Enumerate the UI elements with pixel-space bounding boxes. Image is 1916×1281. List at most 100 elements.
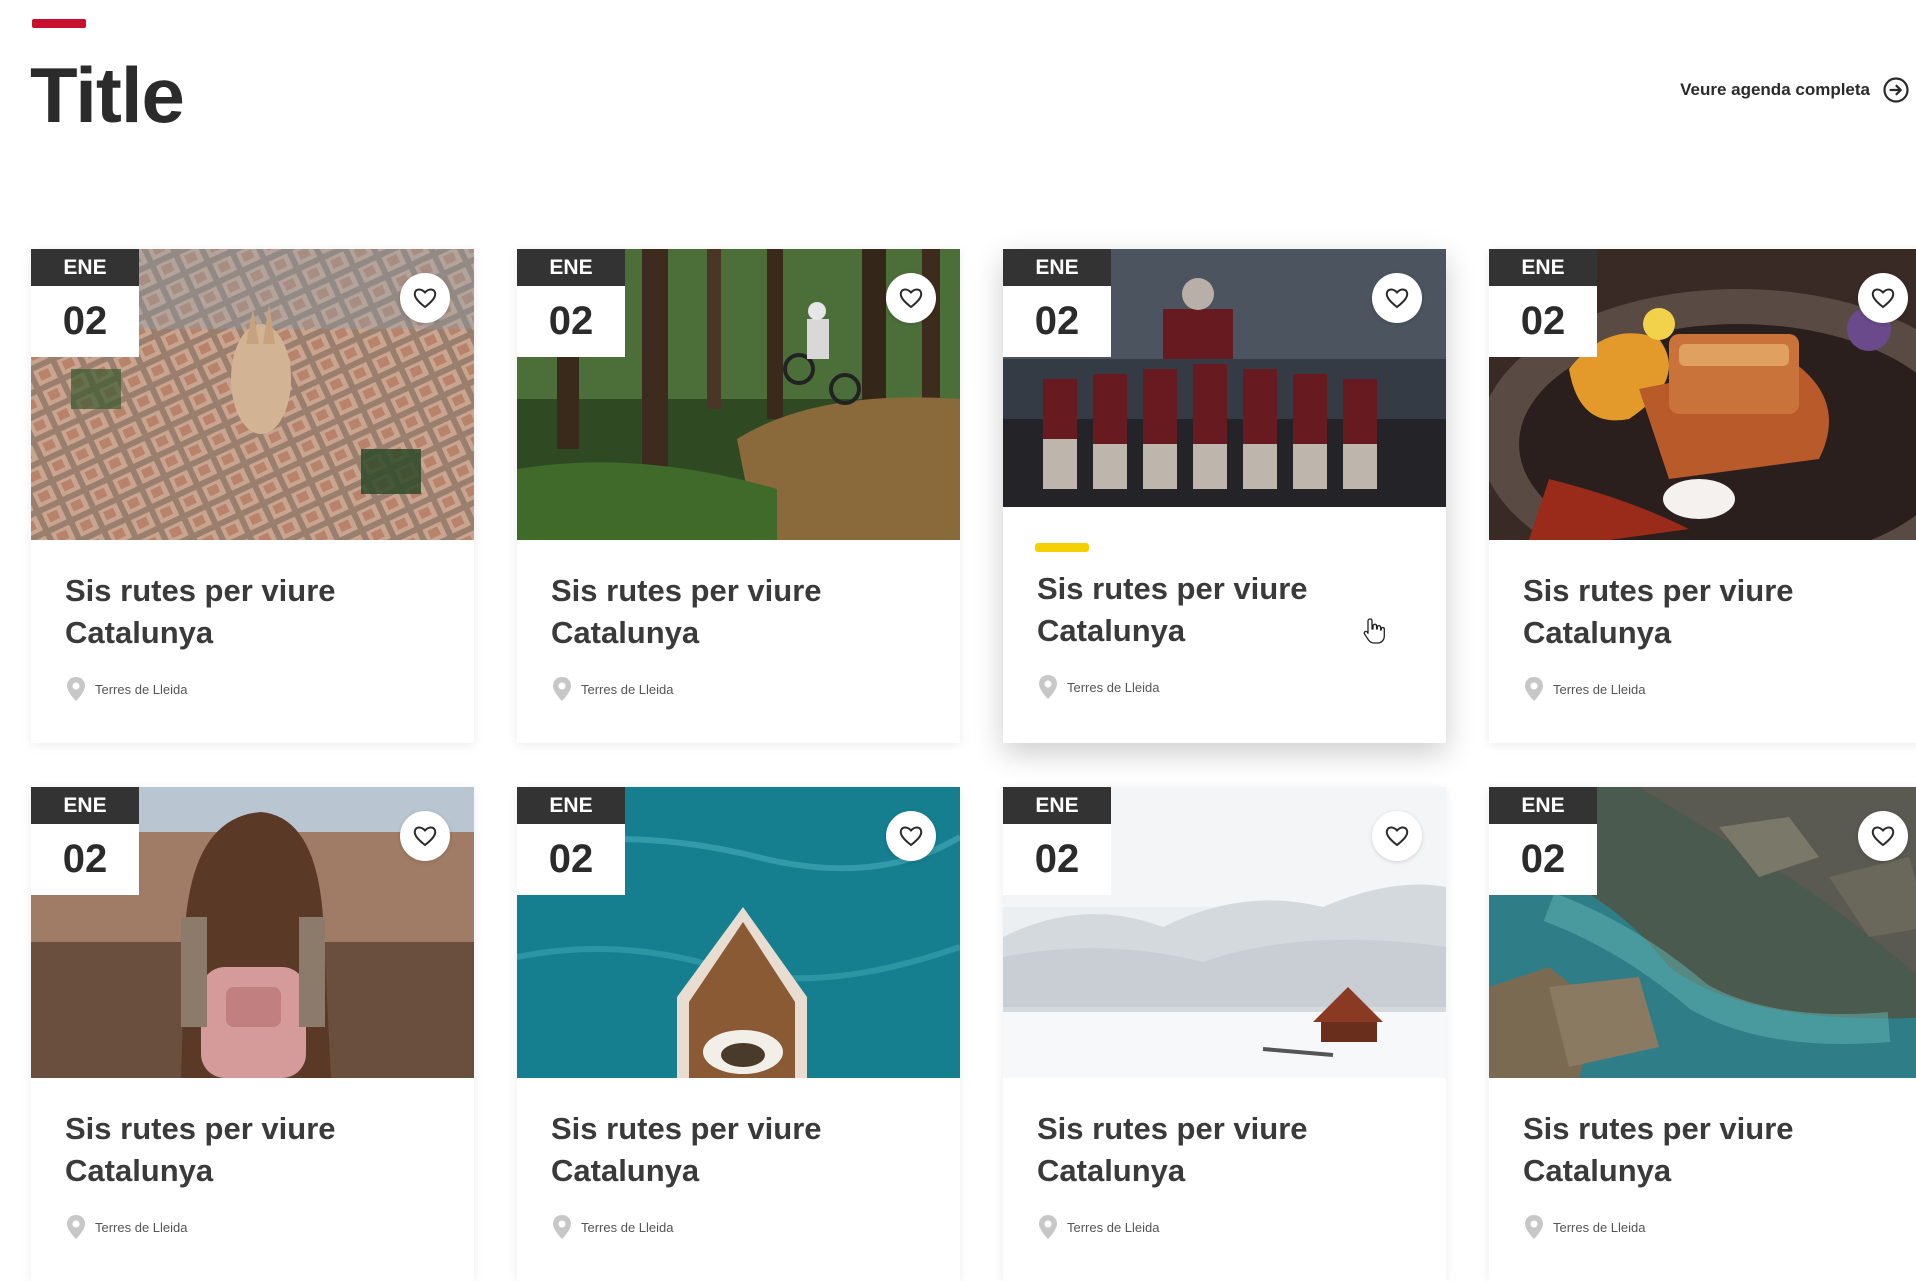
location-label: Terres de Lleida (1067, 679, 1160, 695)
card-location: Terres de Lleida (551, 676, 926, 702)
card-location: Terres de Lleida (65, 1214, 440, 1240)
location-label: Terres de Lleida (1067, 1219, 1160, 1235)
date-month: ENE (517, 787, 625, 824)
favorite-button[interactable] (400, 811, 450, 861)
location-pin-icon (1523, 676, 1545, 702)
page-title: Title (30, 51, 185, 139)
date-day: 02 (1003, 824, 1111, 895)
date-month: ENE (517, 249, 625, 286)
card-image: ENE 02 (517, 787, 960, 1078)
date-day: 02 (1003, 286, 1111, 357)
location-pin-icon (65, 676, 87, 702)
favorite-button[interactable] (1372, 273, 1422, 323)
card-image: ENE 02 (31, 787, 474, 1078)
location-pin-icon (551, 676, 573, 702)
date-badge: ENE 02 (1489, 787, 1597, 895)
card-body: Sis rutes per viure Catalunya Terres de … (31, 540, 474, 702)
location-label: Terres de Lleida (95, 1219, 188, 1235)
event-card[interactable]: ENE 02 Sis rutes per viure Catalunya Ter… (517, 787, 960, 1281)
date-day: 02 (517, 824, 625, 895)
card-title[interactable]: Sis rutes per viure Catalunya (1523, 570, 1898, 654)
card-image: ENE 02 (1003, 249, 1446, 507)
location-pin-icon (1037, 674, 1059, 700)
favorite-button[interactable] (1372, 811, 1422, 861)
location-label: Terres de Lleida (95, 681, 188, 697)
favorite-button[interactable] (886, 811, 936, 861)
card-title[interactable]: Sis rutes per viure Catalunya (551, 1108, 926, 1192)
event-card[interactable]: ENE 02 Sis rutes per viure Catalunya Ter… (1489, 249, 1916, 743)
location-label: Terres de Lleida (1553, 1219, 1646, 1235)
card-image: ENE 02 (31, 249, 474, 540)
card-image: ENE 02 (517, 249, 960, 540)
card-body: Sis rutes per viure Catalunya Terres de … (1489, 1078, 1916, 1240)
event-card[interactable]: ENE 02 Sis rutes per viure Catalunya Ter… (1003, 787, 1446, 1281)
card-title[interactable]: Sis rutes per viure Catalunya (551, 570, 926, 654)
event-card[interactable]: ENE 02 Sis rutes per viure Catalunya Ter… (517, 249, 960, 743)
heart-icon (1871, 288, 1895, 309)
date-day: 02 (1489, 286, 1597, 357)
date-badge: ENE 02 (517, 787, 625, 895)
date-day: 02 (31, 824, 139, 895)
date-month: ENE (1489, 787, 1597, 824)
card-body: Sis rutes per viure Catalunya Terres de … (517, 1078, 960, 1240)
card-hover-accent-bar (1035, 543, 1089, 552)
heart-icon (899, 288, 923, 309)
favorite-button[interactable] (1858, 811, 1908, 861)
date-month: ENE (31, 787, 139, 824)
date-badge: ENE 02 (31, 787, 139, 895)
location-pin-icon (1523, 1214, 1545, 1240)
card-body: Sis rutes per viure Catalunya Terres de … (1003, 507, 1446, 700)
location-pin-icon (1037, 1214, 1059, 1240)
card-body: Sis rutes per viure Catalunya Terres de … (517, 540, 960, 702)
date-badge: ENE 02 (31, 249, 139, 357)
event-card-hovered[interactable]: ENE 02 Sis rutes per viure Catalunya Ter… (1003, 249, 1446, 743)
event-card-grid: ENE 02 Sis rutes per viure Catalunya Ter… (31, 249, 1916, 1281)
card-image: ENE 02 (1489, 249, 1916, 540)
title-accent-bar (32, 19, 86, 28)
card-location: Terres de Lleida (1523, 676, 1898, 702)
date-month: ENE (31, 249, 139, 286)
card-location: Terres de Lleida (65, 676, 440, 702)
heart-icon (1385, 826, 1409, 847)
card-body: Sis rutes per viure Catalunya Terres de … (1489, 540, 1916, 702)
favorite-button[interactable] (1858, 273, 1908, 323)
card-location: Terres de Lleida (1037, 674, 1412, 700)
card-image: ENE 02 (1003, 787, 1446, 1078)
event-card[interactable]: ENE 02 Sis rutes per viure Catalunya Ter… (1489, 787, 1916, 1281)
date-month: ENE (1003, 787, 1111, 824)
date-day: 02 (1489, 824, 1597, 895)
event-card[interactable]: ENE 02 Sis rutes per viure Catalunya Ter… (31, 249, 474, 743)
card-body: Sis rutes per viure Catalunya Terres de … (1003, 1078, 1446, 1240)
heart-icon (413, 288, 437, 309)
date-month: ENE (1003, 249, 1111, 286)
heart-icon (899, 826, 923, 847)
location-label: Terres de Lleida (581, 1219, 674, 1235)
date-badge: ENE 02 (1003, 249, 1111, 357)
card-title[interactable]: Sis rutes per viure Catalunya (1037, 1108, 1412, 1192)
card-location: Terres de Lleida (1523, 1214, 1898, 1240)
event-card[interactable]: ENE 02 Sis rutes per viure Catalunya Ter… (31, 787, 474, 1281)
location-label: Terres de Lleida (1553, 681, 1646, 697)
date-badge: ENE 02 (517, 249, 625, 357)
location-label: Terres de Lleida (581, 681, 674, 697)
heart-icon (1871, 826, 1895, 847)
date-badge: ENE 02 (1489, 249, 1597, 357)
heart-icon (1385, 288, 1409, 309)
card-title[interactable]: Sis rutes per viure Catalunya (65, 1108, 440, 1192)
card-title[interactable]: Sis rutes per viure Catalunya (1523, 1108, 1898, 1192)
heart-icon (413, 826, 437, 847)
card-image: ENE 02 (1489, 787, 1916, 1078)
card-location: Terres de Lleida (1037, 1214, 1412, 1240)
agenda-link[interactable]: Veure agenda completa (1680, 76, 1910, 104)
card-location: Terres de Lleida (551, 1214, 926, 1240)
date-month: ENE (1489, 249, 1597, 286)
card-title[interactable]: Sis rutes per viure Catalunya (1037, 568, 1412, 652)
card-body: Sis rutes per viure Catalunya Terres de … (31, 1078, 474, 1240)
favorite-button[interactable] (886, 273, 936, 323)
date-badge: ENE 02 (1003, 787, 1111, 895)
favorite-button[interactable] (400, 273, 450, 323)
arrow-right-circle-icon (1882, 76, 1910, 104)
date-day: 02 (31, 286, 139, 357)
date-day: 02 (517, 286, 625, 357)
card-title[interactable]: Sis rutes per viure Catalunya (65, 570, 440, 654)
